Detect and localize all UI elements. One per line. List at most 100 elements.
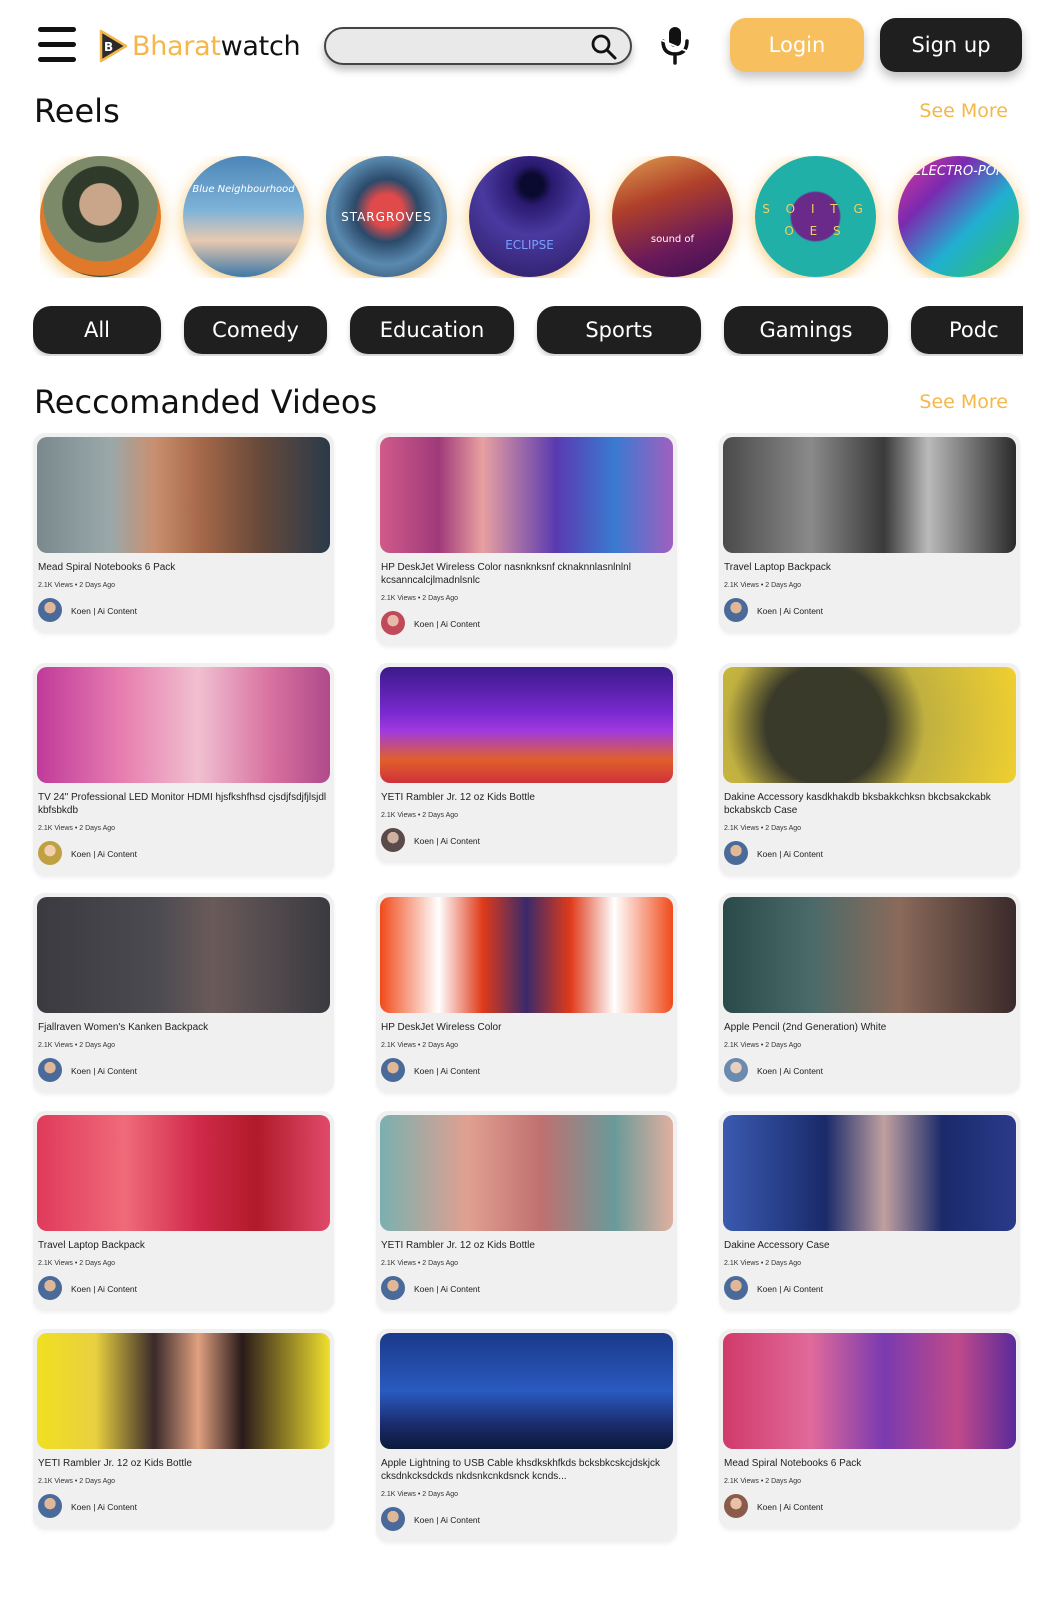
channel-name[interactable]: Koen | Ai Content bbox=[414, 836, 480, 846]
reel-item[interactable]: S O I T G O E S bbox=[755, 156, 876, 277]
video-title: Mead Spiral Notebooks 6 Pack bbox=[38, 562, 176, 573]
video-title: HP DeskJet Wireless Color bbox=[381, 1022, 502, 1033]
avatar[interactable] bbox=[381, 1058, 405, 1082]
video-card[interactable]: Dakine Accessory kasdkhakdb bksbakkchksn… bbox=[719, 663, 1020, 876]
avatar[interactable] bbox=[381, 611, 405, 635]
avatar[interactable] bbox=[38, 1276, 62, 1300]
category-chip-gamings[interactable]: Gamings bbox=[724, 306, 888, 354]
reel-item[interactable]: Blue Neighbourhood bbox=[183, 156, 304, 277]
reels-carousel: Blue Neighbourhood STARGROVES ECLIPSE so… bbox=[40, 156, 1030, 278]
avatar[interactable] bbox=[381, 828, 405, 852]
channel-name[interactable]: Koen | Ai Content bbox=[414, 619, 480, 629]
reel-item[interactable]: STARGROVES bbox=[326, 156, 447, 277]
video-meta: 2.1K Views • 2 Days Ago bbox=[381, 1491, 459, 1498]
video-meta: 2.1K Views • 2 Days Ago bbox=[724, 1260, 802, 1267]
video-meta: 2.1K Views • 2 Days Ago bbox=[38, 582, 116, 589]
video-card[interactable]: Apple Lightning to USB Cable khsdkskhfkd… bbox=[376, 1329, 677, 1542]
reels-see-more-link[interactable]: See More bbox=[919, 100, 1008, 122]
video-thumbnail bbox=[380, 667, 673, 783]
avatar[interactable] bbox=[724, 598, 748, 622]
category-chip-podcast[interactable]: Podc bbox=[911, 306, 1023, 354]
channel-name[interactable]: Koen | Ai Content bbox=[414, 1515, 480, 1525]
video-card[interactable]: Travel Laptop Backpack 2.1K Views • 2 Da… bbox=[719, 433, 1020, 633]
video-card[interactable]: Mead Spiral Notebooks 6 Pack 2.1K Views … bbox=[719, 1329, 1020, 1529]
menu-bar-line bbox=[38, 27, 76, 32]
reel-item[interactable] bbox=[40, 156, 161, 277]
video-meta: 2.1K Views • 2 Days Ago bbox=[381, 595, 459, 602]
channel-name[interactable]: Koen | Ai Content bbox=[71, 849, 137, 859]
channel-name[interactable]: Koen | Ai Content bbox=[757, 1502, 823, 1512]
channel-name[interactable]: Koen | Ai Content bbox=[757, 1284, 823, 1294]
video-card[interactable]: TV 24" Professional LED Monitor HDMI hjs… bbox=[33, 663, 334, 876]
avatar[interactable] bbox=[38, 598, 62, 622]
category-chip-education[interactable]: Education bbox=[350, 306, 514, 354]
channel-name[interactable]: Koen | Ai Content bbox=[71, 1284, 137, 1294]
channel-name[interactable]: Koen | Ai Content bbox=[71, 606, 137, 616]
video-card[interactable]: Mead Spiral Notebooks 6 Pack 2.1K Views … bbox=[33, 433, 334, 633]
avatar[interactable] bbox=[38, 1494, 62, 1518]
video-meta: 2.1K Views • 2 Days Ago bbox=[724, 1042, 802, 1049]
video-meta: 2.1K Views • 2 Days Ago bbox=[724, 582, 802, 589]
category-chip-comedy[interactable]: Comedy bbox=[184, 306, 327, 354]
video-card[interactable]: HP DeskJet Wireless Color 2.1K Views • 2… bbox=[376, 893, 677, 1093]
video-meta: 2.1K Views • 2 Days Ago bbox=[381, 1042, 459, 1049]
avatar[interactable] bbox=[38, 841, 62, 865]
video-meta: 2.1K Views • 2 Days Ago bbox=[38, 1478, 116, 1485]
search-input[interactable] bbox=[342, 35, 572, 57]
avatar[interactable] bbox=[724, 1276, 748, 1300]
reel-item[interactable]: sound of bbox=[612, 156, 733, 277]
video-title: Dakine Accessory Case bbox=[724, 1240, 830, 1251]
channel-name[interactable]: Koen | Ai Content bbox=[71, 1066, 137, 1076]
channel-name[interactable]: Koen | Ai Content bbox=[757, 1066, 823, 1076]
video-title: Apple Lightning to USB Cable khsdkskhfkd… bbox=[381, 1458, 661, 1482]
video-thumbnail bbox=[723, 1333, 1016, 1449]
search-bar[interactable] bbox=[324, 27, 632, 65]
video-card[interactable]: Dakine Accessory Case 2.1K Views • 2 Day… bbox=[719, 1111, 1020, 1311]
video-card[interactable]: Apple Pencil (2nd Generation) White 2.1K… bbox=[719, 893, 1020, 1093]
videos-see-more-link[interactable]: See More bbox=[919, 391, 1008, 413]
channel-name[interactable]: Koen | Ai Content bbox=[757, 849, 823, 859]
video-thumbnail bbox=[723, 437, 1016, 553]
reels-title: Reels bbox=[34, 92, 120, 130]
login-button[interactable]: Login bbox=[730, 18, 864, 72]
signup-button[interactable]: Sign up bbox=[880, 18, 1022, 72]
video-card[interactable]: YETI Rambler Jr. 12 oz Kids Bottle 2.1K … bbox=[33, 1329, 334, 1529]
brand-name: Bharatwatch bbox=[132, 30, 301, 62]
avatar[interactable] bbox=[724, 1058, 748, 1082]
channel-name[interactable]: Koen | Ai Content bbox=[757, 606, 823, 616]
video-card[interactable]: Fjallraven Women's Kanken Backpack 2.1K … bbox=[33, 893, 334, 1093]
video-card[interactable]: YETI Rambler Jr. 12 oz Kids Bottle 2.1K … bbox=[376, 1111, 677, 1311]
reel-item[interactable]: ELECTRO-POP bbox=[898, 156, 1019, 277]
search-icon[interactable] bbox=[590, 33, 618, 61]
category-chip-sports[interactable]: Sports bbox=[537, 306, 701, 354]
avatar[interactable] bbox=[381, 1276, 405, 1300]
brand-name-part2: watch bbox=[220, 30, 301, 62]
reel-caption: S O I T G O E S bbox=[762, 202, 869, 238]
reel-item[interactable]: ECLIPSE bbox=[469, 156, 590, 277]
video-thumbnail bbox=[37, 667, 330, 783]
channel-name[interactable]: Koen | Ai Content bbox=[71, 1502, 137, 1512]
avatar[interactable] bbox=[724, 841, 748, 865]
avatar[interactable] bbox=[724, 1494, 748, 1518]
video-card[interactable]: HP DeskJet Wireless Color nasnknksnf ckn… bbox=[376, 433, 677, 646]
menu-bar-line bbox=[38, 42, 76, 47]
reel-caption: ECLIPSE bbox=[505, 238, 554, 252]
category-chip-all[interactable]: All bbox=[33, 306, 161, 354]
video-thumbnail bbox=[37, 437, 330, 553]
reel-caption: sound of bbox=[650, 234, 695, 245]
video-card[interactable]: Travel Laptop Backpack 2.1K Views • 2 Da… bbox=[33, 1111, 334, 1311]
video-thumbnail bbox=[380, 897, 673, 1013]
avatar[interactable] bbox=[38, 1058, 62, 1082]
video-title: YETI Rambler Jr. 12 oz Kids Bottle bbox=[381, 1240, 535, 1251]
video-card[interactable]: YETI Rambler Jr. 12 oz Kids Bottle 2.1K … bbox=[376, 663, 677, 863]
channel-name[interactable]: Koen | Ai Content bbox=[414, 1066, 480, 1076]
menu-bar-line bbox=[38, 57, 76, 62]
microphone-icon[interactable] bbox=[655, 23, 695, 67]
video-title: YETI Rambler Jr. 12 oz Kids Bottle bbox=[38, 1458, 192, 1469]
avatar[interactable] bbox=[381, 1507, 405, 1531]
brand-logo[interactable]: B Bharatwatch bbox=[98, 26, 301, 66]
brand-name-part1: Bharat bbox=[132, 30, 221, 62]
video-meta: 2.1K Views • 2 Days Ago bbox=[724, 825, 802, 832]
hamburger-menu-icon[interactable] bbox=[38, 27, 78, 63]
channel-name[interactable]: Koen | Ai Content bbox=[414, 1284, 480, 1294]
